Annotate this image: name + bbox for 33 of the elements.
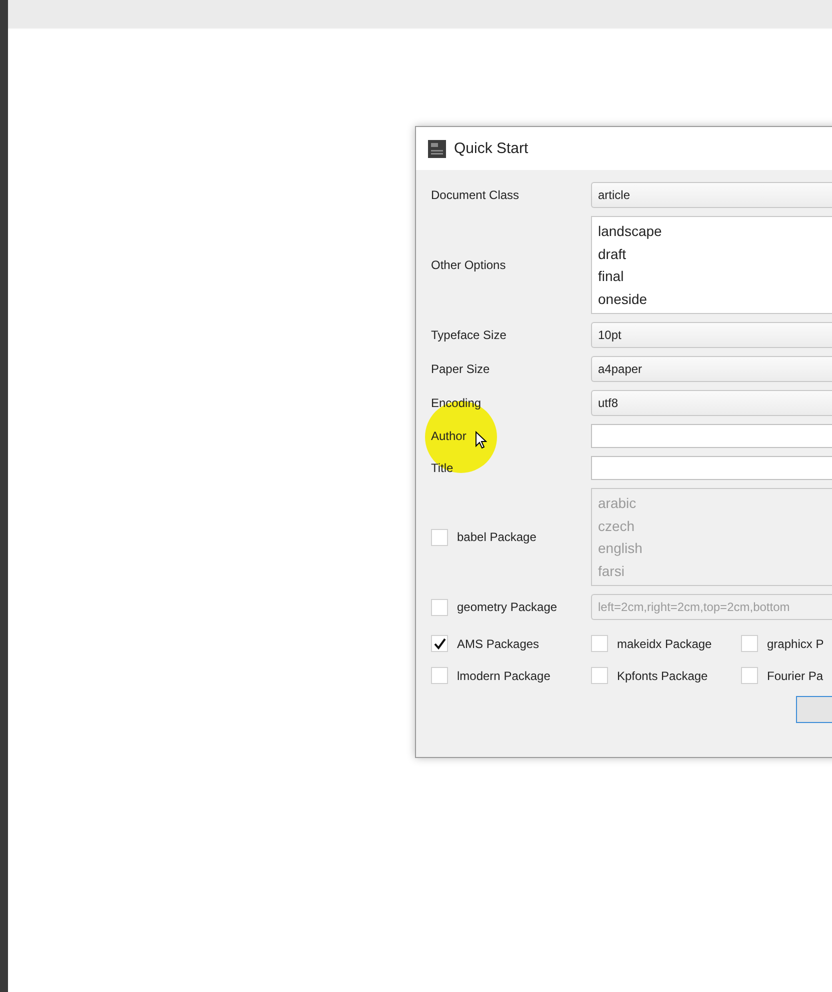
dropdown[interactable]: article xyxy=(591,182,832,208)
field-label: Document Class xyxy=(431,188,520,202)
app-icon xyxy=(428,140,446,158)
field-label: Typeface Size xyxy=(431,328,506,342)
checkbox-label: geometry Package xyxy=(457,600,558,614)
input-field[interactable] xyxy=(591,456,832,480)
checkbox-label: lmodern Package xyxy=(457,668,550,682)
pointer-icon xyxy=(475,431,487,449)
list-item[interactable]: draft xyxy=(598,242,832,265)
dropdown[interactable]: a4paper xyxy=(591,356,832,382)
dialog-title: Quick Start xyxy=(454,140,528,157)
list-item[interactable]: landscape xyxy=(598,220,832,242)
checkbox[interactable] xyxy=(431,667,448,684)
checkbox-label: makeidx Package xyxy=(617,636,712,650)
checkbox[interactable] xyxy=(591,667,608,684)
list-item[interactable]: final xyxy=(598,265,832,288)
field-label: Other Options xyxy=(431,258,506,272)
list-item[interactable]: oneside xyxy=(598,288,832,310)
field-label: Paper Size xyxy=(431,362,490,376)
checkbox[interactable] xyxy=(431,635,448,652)
checkbox-label: graphicx P xyxy=(767,636,824,650)
dropdown[interactable]: utf8 xyxy=(591,390,832,416)
dropdown[interactable]: 10pt xyxy=(591,322,832,348)
checkbox[interactable] xyxy=(741,667,758,684)
checkbox-label: Kpfonts Package xyxy=(617,668,708,682)
checkbox-label: AMS Packages xyxy=(457,636,540,650)
checkbox-label: Fourier Pa xyxy=(767,668,824,682)
dialog-button[interactable] xyxy=(796,696,832,723)
checkbox-label: babel Package xyxy=(457,530,536,544)
checkbox[interactable] xyxy=(591,635,608,652)
input-field[interactable] xyxy=(591,424,832,448)
checkbox[interactable] xyxy=(741,635,758,652)
field-label: Author xyxy=(431,429,466,443)
